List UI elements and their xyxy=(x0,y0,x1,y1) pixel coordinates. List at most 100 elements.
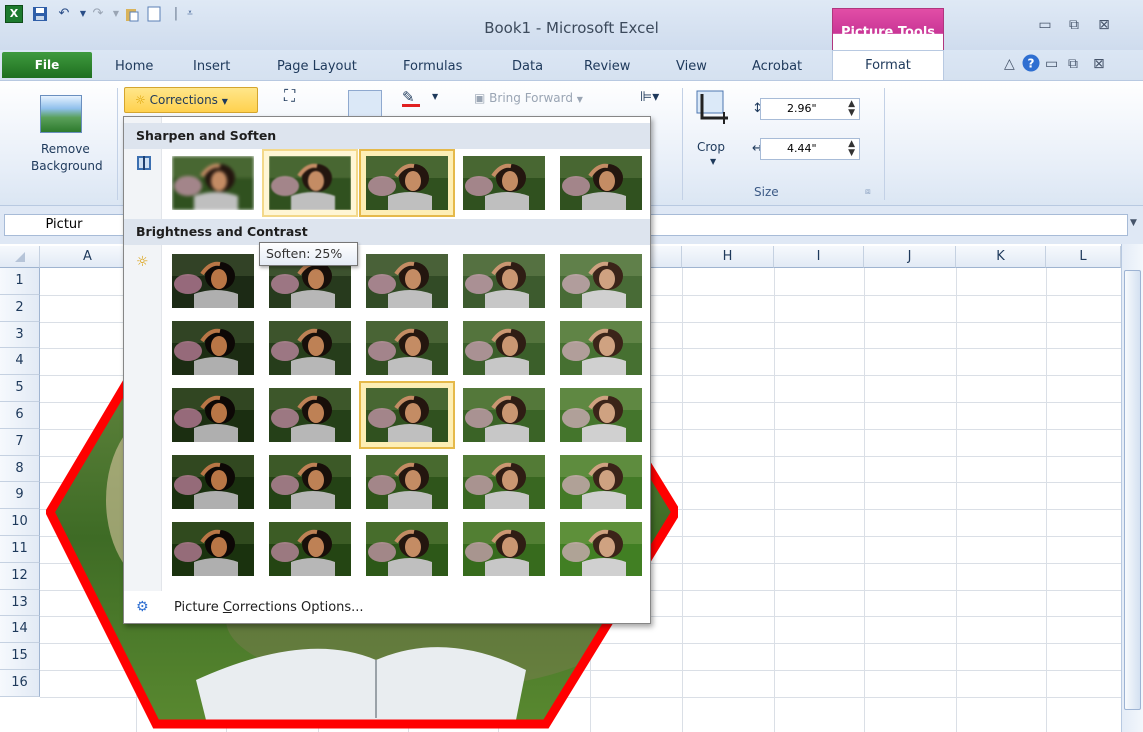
tab-formulas[interactable]: Formulas xyxy=(403,56,462,80)
sharpen-option-1[interactable] xyxy=(167,151,259,215)
expand-formula-icon[interactable]: ▼ xyxy=(1130,218,1137,228)
tab-insert[interactable]: Insert xyxy=(193,56,230,80)
brightness-contrast-option-5-2[interactable] xyxy=(264,517,356,581)
scroll-thumb[interactable] xyxy=(1124,270,1141,710)
row-header-1[interactable]: 1 xyxy=(0,268,40,295)
sharpen-option-4[interactable] xyxy=(458,151,550,215)
column-header-k[interactable]: K xyxy=(956,246,1046,268)
brightness-contrast-option-4-5[interactable] xyxy=(555,450,647,514)
brightness-contrast-option-1-3[interactable] xyxy=(361,249,453,313)
brightness-contrast-option-3-5[interactable] xyxy=(555,383,647,447)
row-header-4[interactable]: 4 xyxy=(0,348,40,376)
brightness-contrast-option-5-1[interactable] xyxy=(167,517,259,581)
formula-input[interactable] xyxy=(648,214,1128,236)
tab-acrobat[interactable]: Acrobat xyxy=(752,56,802,80)
sharpen-option-2[interactable] xyxy=(262,149,358,217)
name-box[interactable]: Pictur xyxy=(4,214,124,236)
thumbnail-image xyxy=(463,455,545,509)
tab-format[interactable]: Format xyxy=(832,50,944,81)
spinner-icon[interactable]: ▲ ▼ xyxy=(848,100,855,118)
doc-restore-icon[interactable]: ⧉ xyxy=(1068,56,1078,72)
doc-close-icon[interactable]: ⊠ xyxy=(1093,56,1105,72)
remove-background-label-2[interactable]: Background xyxy=(31,159,103,173)
row-header-16[interactable]: 16 xyxy=(0,670,40,697)
remove-background-label-1[interactable]: Remove xyxy=(41,142,90,156)
spinner-icon[interactable]: ▲ ▼ xyxy=(848,140,855,158)
row-header-14[interactable]: 14 xyxy=(0,616,40,644)
remove-background-icon[interactable] xyxy=(40,95,82,133)
sharpen-option-5[interactable] xyxy=(555,151,647,215)
brightness-contrast-option-3-2[interactable] xyxy=(264,383,356,447)
size-dialog-launcher-icon[interactable]: ⧈ xyxy=(865,187,871,197)
column-header-a[interactable]: A xyxy=(40,246,136,268)
row-header-3[interactable]: 3 xyxy=(0,321,40,349)
align-icon[interactable]: ⊫▾ xyxy=(640,89,659,105)
thumbnail-image xyxy=(366,156,448,210)
thumbnail-image xyxy=(366,455,448,509)
compress-pictures-icon[interactable]: ⛶ xyxy=(284,86,295,106)
row-header-10[interactable]: 10 xyxy=(0,509,40,536)
brightness-contrast-option-4-1[interactable] xyxy=(167,450,259,514)
row-header-9[interactable]: 9 xyxy=(0,482,40,510)
row-header-12[interactable]: 12 xyxy=(0,562,40,590)
picture-style-icon[interactable] xyxy=(348,90,382,118)
picture-border-icon[interactable]: ✎ xyxy=(402,88,420,107)
brightness-contrast-option-1-5[interactable] xyxy=(555,249,647,313)
row-header-6[interactable]: 6 xyxy=(0,402,40,429)
tab-review[interactable]: Review xyxy=(584,56,630,80)
brightness-contrast-option-2-4[interactable] xyxy=(458,316,550,380)
doc-minimize-icon[interactable]: ▭ xyxy=(1045,56,1058,72)
window-title: Book1 - Microsoft Excel xyxy=(484,19,659,37)
brightness-contrast-option-1-4[interactable] xyxy=(458,249,550,313)
brightness-contrast-option-4-2[interactable] xyxy=(264,450,356,514)
vertical-scrollbar[interactable] xyxy=(1121,244,1143,732)
brightness-contrast-option-2-3[interactable] xyxy=(361,316,453,380)
tab-view[interactable]: View xyxy=(676,56,707,80)
height-input[interactable]: 2.96" ▲ ▼ xyxy=(760,98,860,120)
brightness-contrast-option-3-1[interactable] xyxy=(167,383,259,447)
row-header-15[interactable]: 15 xyxy=(0,643,40,670)
brightness-contrast-option-4-3[interactable] xyxy=(361,450,453,514)
brightness-contrast-option-2-5[interactable] xyxy=(555,316,647,380)
help-icon[interactable]: ? xyxy=(1022,54,1040,76)
title-bar: X ↶ ▼ ↷ ▼ | ⩡ Book1 - Microsoft Excel ▭ … xyxy=(0,0,1143,50)
corrections-button[interactable]: ☼ Corrections ▼ xyxy=(124,87,258,113)
minimize-ribbon-icon[interactable]: △ xyxy=(1004,56,1015,72)
tab-page-layout[interactable]: Page Layout xyxy=(277,56,357,80)
tab-home[interactable]: Home xyxy=(115,56,153,80)
column-header-l[interactable]: L xyxy=(1046,246,1121,268)
column-header-h[interactable]: H xyxy=(682,246,774,268)
tab-file[interactable]: File xyxy=(2,52,92,78)
brightness-contrast-option-5-3[interactable] xyxy=(361,517,453,581)
close-icon[interactable]: ⊠ xyxy=(1093,16,1115,34)
row-header-8[interactable]: 8 xyxy=(0,455,40,483)
crop-icon[interactable] xyxy=(694,88,734,126)
brightness-contrast-option-3-3[interactable] xyxy=(359,381,455,449)
sharpen-option-3[interactable] xyxy=(359,149,455,217)
row-header-13[interactable]: 13 xyxy=(0,589,40,617)
bring-forward-button[interactable]: ▣ Bring Forward ▼ xyxy=(474,91,583,105)
width-input[interactable]: 4.44" ▲ ▼ xyxy=(760,138,860,160)
sharpen-icon xyxy=(136,155,152,175)
select-all-corner[interactable] xyxy=(0,246,40,268)
row-header-11[interactable]: 11 xyxy=(0,536,40,563)
crop-label[interactable]: Crop xyxy=(697,140,725,154)
brightness-contrast-option-4-4[interactable] xyxy=(458,450,550,514)
minimize-icon[interactable]: ▭ xyxy=(1034,16,1056,34)
row-header-7[interactable]: 7 xyxy=(0,428,40,456)
brightness-contrast-option-5-5[interactable] xyxy=(555,517,647,581)
brightness-contrast-option-5-4[interactable] xyxy=(458,517,550,581)
tab-data[interactable]: Data xyxy=(512,56,543,80)
row-header-2[interactable]: 2 xyxy=(0,294,40,322)
brightness-contrast-option-2-2[interactable] xyxy=(264,316,356,380)
column-header-i[interactable]: I xyxy=(774,246,864,268)
restore-icon[interactable]: ⧉ xyxy=(1063,16,1085,34)
brightness-contrast-option-1-1[interactable] xyxy=(167,249,259,313)
crop-dropdown-icon[interactable]: ▼ xyxy=(710,157,716,166)
column-header-j[interactable]: J xyxy=(864,246,956,268)
border-dropdown-icon[interactable]: ▼ xyxy=(432,92,438,101)
picture-corrections-options[interactable]: ⚙ Picture Corrections Options... xyxy=(124,591,650,623)
row-header-5[interactable]: 5 xyxy=(0,375,40,402)
brightness-contrast-option-3-4[interactable] xyxy=(458,383,550,447)
brightness-contrast-option-2-1[interactable] xyxy=(167,316,259,380)
